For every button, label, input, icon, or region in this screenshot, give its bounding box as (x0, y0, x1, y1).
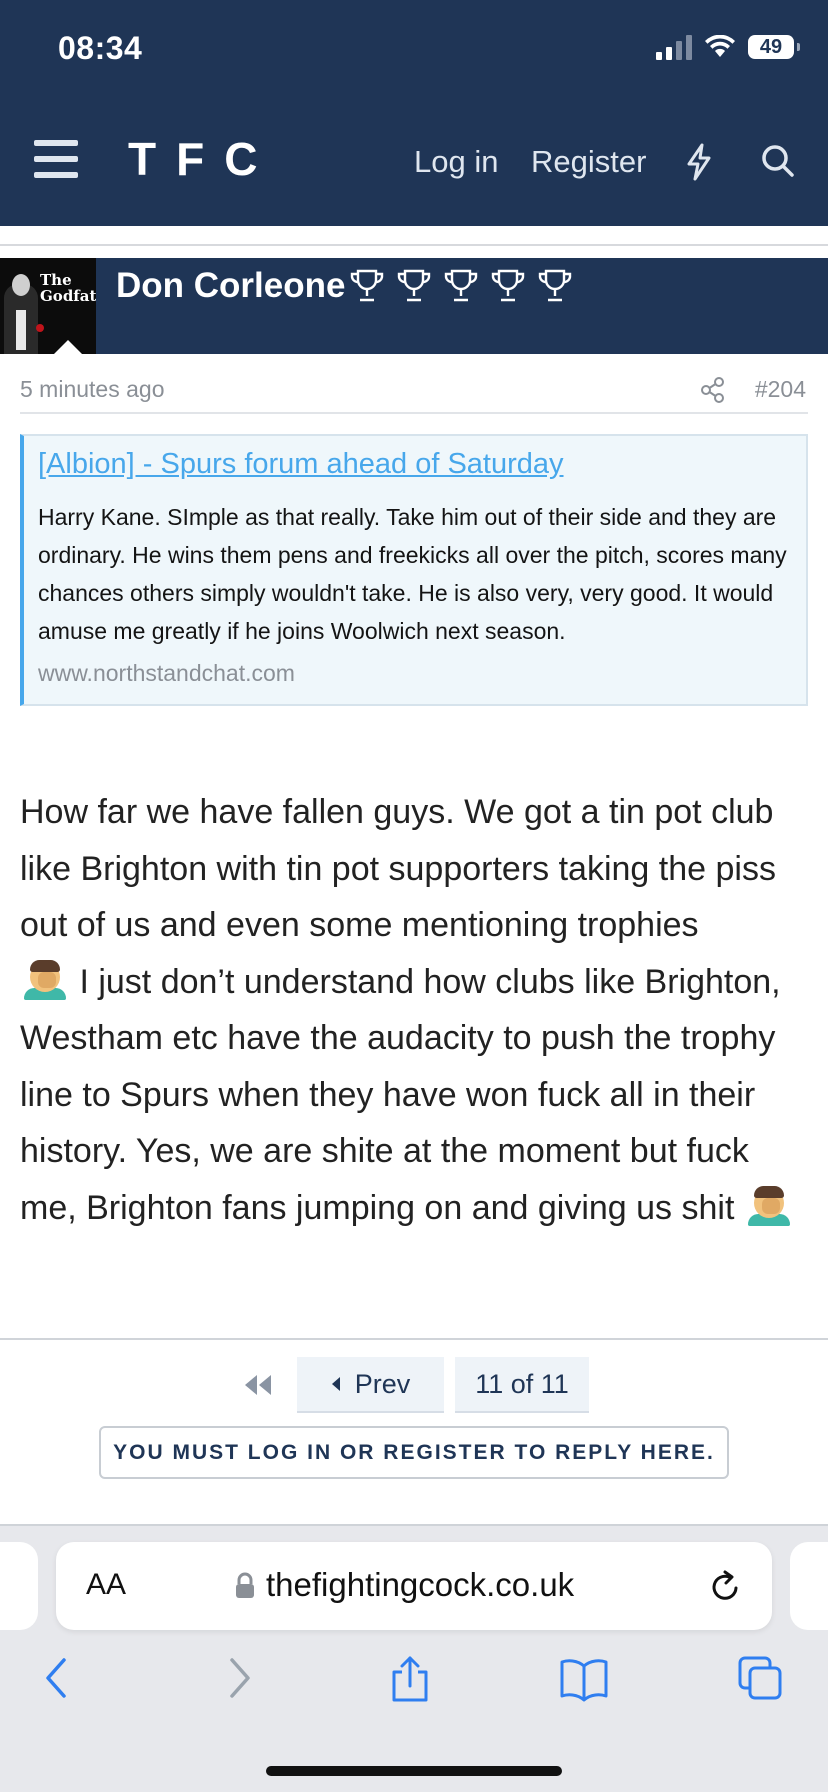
login-link[interactable]: Log in (414, 144, 498, 180)
status-time: 08:34 (58, 30, 143, 66)
trophy-icon (350, 269, 384, 302)
trophy-icon (444, 269, 478, 302)
cellular-signal-icon (656, 34, 692, 60)
login-to-reply-button[interactable]: YOU MUST LOG IN OR REGISTER TO REPLY HER… (99, 1426, 729, 1479)
trophy-icon (538, 269, 572, 302)
trophy-row (348, 268, 574, 304)
link-preview-domain: www.northstandchat.com (38, 660, 295, 686)
facepalm-emoji-icon (747, 1184, 790, 1226)
link-preview-excerpt: Harry Kane. SImple as that really. Take … (38, 504, 787, 644)
trophy-icon (491, 269, 525, 302)
post-meta: 5 minutes ago #204 (20, 376, 808, 414)
first-page-button[interactable] (238, 1358, 278, 1412)
next-tab-preview[interactable] (790, 1542, 828, 1630)
address-bar[interactable]: AA thefightingcock.co.uk (56, 1542, 772, 1630)
link-preview: [Albion] - Spurs forum ahead of Saturday… (20, 434, 808, 706)
caret-left-icon (331, 1377, 340, 1391)
avatar-pointer (50, 340, 86, 358)
post-timestamp[interactable]: 5 minutes ago (20, 376, 164, 403)
site-header: 08:34 49 TFC Log in Register (0, 0, 828, 226)
post-number-link[interactable]: #204 (755, 376, 806, 403)
trophy-icon (397, 269, 431, 302)
forward-chevron-icon[interactable] (220, 1654, 256, 1702)
prev-page-label: Prev (354, 1368, 411, 1399)
share-sheet-icon[interactable] (388, 1654, 432, 1704)
page-jump-button[interactable]: 11 of 11 (455, 1357, 589, 1413)
lock-icon (236, 1572, 254, 1598)
status-icons: 49 (656, 34, 800, 60)
url-text[interactable]: thefightingcock.co.uk (266, 1566, 574, 1604)
content-divider (0, 1338, 828, 1340)
facepalm-emoji-icon (24, 958, 66, 1000)
reload-icon[interactable] (708, 1568, 742, 1604)
message-text: How far we have fallen guys. We got a ti… (20, 793, 776, 944)
post-message: How far we have fallen guys. We got a ti… (20, 784, 810, 1236)
menu-icon[interactable] (34, 140, 78, 178)
bookmarks-book-icon[interactable] (558, 1654, 610, 1702)
prev-page-button[interactable]: Prev (297, 1357, 444, 1413)
link-preview-title[interactable]: [Albion] - Spurs forum ahead of Saturday (38, 448, 564, 481)
tabs-overview-icon[interactable] (736, 1654, 784, 1702)
wifi-icon (705, 35, 735, 57)
double-chevron-left-icon (245, 1375, 271, 1395)
site-logo[interactable]: TFC (128, 132, 277, 186)
home-indicator (266, 1766, 562, 1776)
post-username[interactable]: Don Corleone (116, 266, 345, 306)
header-separator (0, 226, 828, 246)
search-icon[interactable] (760, 142, 796, 182)
share-icon[interactable] (700, 376, 726, 404)
avatar-caption: The Godfather (40, 271, 96, 305)
previous-tab-preview[interactable] (0, 1542, 38, 1630)
whats-new-bolt-icon[interactable] (683, 142, 715, 182)
back-chevron-icon[interactable] (40, 1654, 76, 1702)
register-link[interactable]: Register (531, 144, 646, 180)
reader-options-button[interactable]: AA (86, 1568, 126, 1602)
battery-icon: 49 (748, 35, 800, 59)
message-text: I just don’t understand how clubs like B… (20, 962, 781, 1227)
